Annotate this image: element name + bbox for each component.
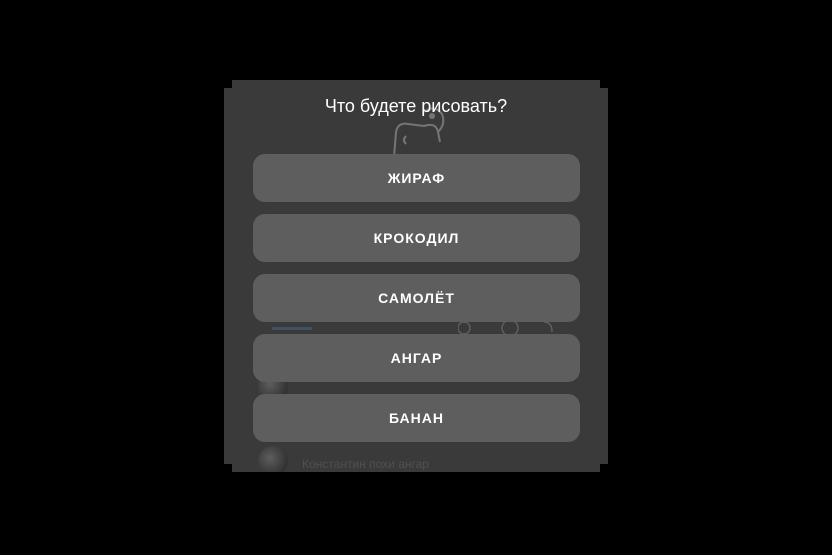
option-button-banana[interactable]: БАНАН [253,394,580,442]
chat-message: Константин похи ангар [302,457,429,471]
option-button-crocodile[interactable]: КРОКОДИЛ [253,214,580,262]
dialog-title: Что будете рисовать? [324,96,508,116]
option-button-hangar[interactable]: АНГАР [253,334,580,382]
word-choice-dialog: Константин похи ангар Что будете рисоват… [224,80,608,472]
option-button-airplane[interactable]: САМОЛЁТ [253,274,580,322]
option-button-giraffe[interactable]: ЖИРАФ [253,154,580,202]
word-options-list: ЖИРАФ КРОКОДИЛ САМОЛЁТ АНГАР БАНАН [253,154,580,454]
